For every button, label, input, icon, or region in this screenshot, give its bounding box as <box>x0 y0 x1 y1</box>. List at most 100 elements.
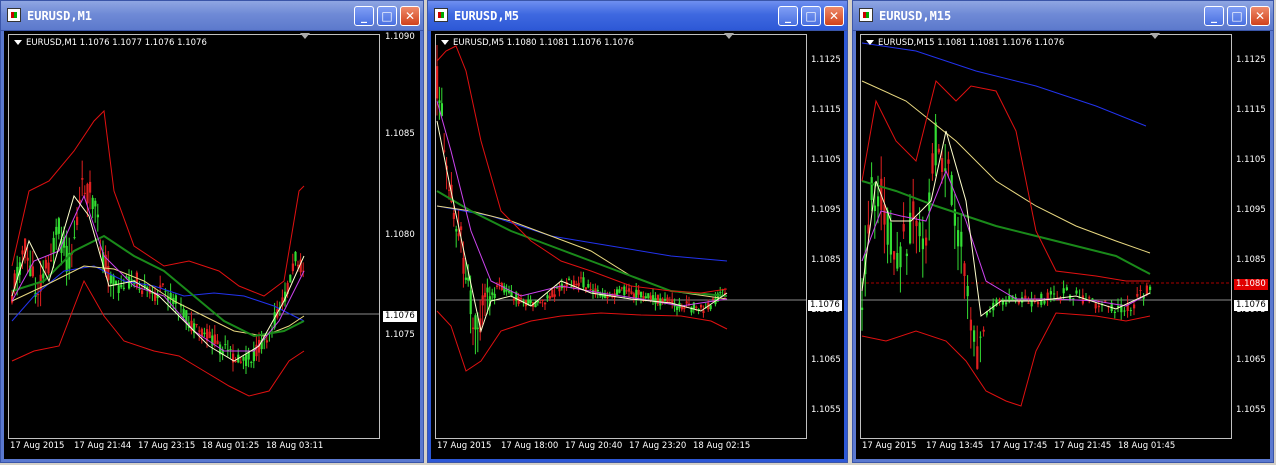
chart-pane[interactable]: EURUSD,M1 1.1076 1.1077 1.1076 1.1076 1.… <box>4 31 420 459</box>
candle-body <box>587 283 590 288</box>
candle-body <box>861 307 864 310</box>
collapse-icon[interactable] <box>866 40 874 45</box>
chart-app-icon <box>7 8 21 22</box>
candle-body <box>577 282 580 287</box>
time-tick: 17 Aug 17:45 <box>990 441 1048 451</box>
candle-body <box>512 298 515 301</box>
minimize-button[interactable]: _ <box>778 6 798 26</box>
ma-fast-line <box>436 100 728 307</box>
candle-body <box>950 175 953 205</box>
candle-body <box>89 181 92 193</box>
window-frame: EURUSD,M15 1.1081 1.1081 1.1076 1.1076 1… <box>852 30 1274 463</box>
collapse-icon[interactable] <box>441 40 449 45</box>
candle-body <box>96 214 99 218</box>
minimize-button[interactable]: _ <box>354 6 374 26</box>
candle-body <box>460 226 463 231</box>
chart-shift-icon[interactable] <box>300 33 310 39</box>
candle-body <box>664 298 667 301</box>
ohlc-text: EURUSD,M15 1.1081 1.1081 1.1076 1.1076 <box>878 38 1065 48</box>
candle-body <box>1136 293 1139 297</box>
candle-body <box>464 277 467 280</box>
candle-body <box>979 336 982 338</box>
chart-window-m5[interactable]: EURUSD,M5 _ □ ✕ EURUSD,M5 1.1080 1.1081 … <box>427 0 848 463</box>
ma-fastest-line <box>861 130 1151 317</box>
minimize-button[interactable]: _ <box>1204 6 1224 26</box>
price-tick: 1.1115 <box>811 105 841 115</box>
candle-body <box>476 327 479 329</box>
collapse-icon[interactable] <box>14 40 22 45</box>
title-bar[interactable]: EURUSD,M15 _ □ ✕ <box>852 0 1274 30</box>
ma-mid-line <box>861 80 1151 254</box>
price-tick: 1.1065 <box>1236 355 1266 365</box>
chart-pane[interactable]: EURUSD,M5 1.1080 1.1081 1.1076 1.1076 1.… <box>431 31 844 459</box>
candle-body <box>596 289 599 292</box>
candle-body <box>570 286 573 288</box>
time-tick: 18 Aug 03:11 <box>266 441 324 451</box>
time-tick: 17 Aug 21:45 <box>1054 441 1112 451</box>
candle-body <box>91 197 94 209</box>
candle-body <box>289 274 292 283</box>
chart-shift-icon[interactable] <box>724 33 734 39</box>
candle-body <box>224 344 227 346</box>
candle-body <box>26 257 29 261</box>
candle-body <box>1097 305 1100 308</box>
candle-body <box>640 291 643 298</box>
candle-body <box>462 257 465 274</box>
candle-body <box>1075 290 1078 294</box>
candle-body <box>873 205 876 212</box>
candle-body <box>886 210 889 245</box>
candle-body <box>963 263 966 276</box>
candle-body <box>899 246 902 268</box>
close-button[interactable]: ✕ <box>824 6 844 26</box>
candle-body <box>941 158 944 172</box>
candle-body <box>652 295 655 301</box>
candle-body <box>1001 299 1004 305</box>
candle-body <box>242 356 245 361</box>
chart-window-m1[interactable]: EURUSD,M1 _ □ ✕ EURUSD,M1 1.1076 1.1077 … <box>0 0 424 463</box>
price-tick: 1.1095 <box>811 205 841 215</box>
candle-body <box>203 332 206 335</box>
candle-body <box>683 307 686 310</box>
candle-body <box>551 289 554 298</box>
maximize-button[interactable]: □ <box>801 6 821 26</box>
maximize-button[interactable]: □ <box>1227 6 1247 26</box>
candle-body <box>1145 285 1148 295</box>
price-tick: 1.1125 <box>811 55 841 65</box>
price-tick: 1.1085 <box>1236 255 1266 265</box>
candle-body <box>213 334 216 344</box>
symbol-header: EURUSD,M1 1.1076 1.1077 1.1076 1.1076 <box>14 38 207 48</box>
candle-body <box>457 233 460 237</box>
m1-chart-svg <box>9 109 379 397</box>
candle-body <box>1065 287 1068 291</box>
candle-body <box>902 224 905 232</box>
close-button[interactable]: ✕ <box>1250 6 1270 26</box>
maximize-button[interactable]: □ <box>377 6 397 26</box>
close-button[interactable]: ✕ <box>400 6 420 26</box>
time-tick: 17 Aug 13:45 <box>926 441 984 451</box>
candle-body <box>1005 302 1008 305</box>
title-bar[interactable]: EURUSD,M5 _ □ ✕ <box>427 0 848 30</box>
candle-body <box>481 295 484 306</box>
candle-body <box>448 189 451 191</box>
chart-window-m15[interactable]: EURUSD,M15 _ □ ✕ EURUSD,M15 1.1081 1.108… <box>852 0 1274 463</box>
chart-shift-icon[interactable] <box>1150 33 1160 39</box>
candle-body <box>1053 293 1056 295</box>
ma-green-line <box>11 234 305 338</box>
time-tick: 17 Aug 18:00 <box>501 441 559 451</box>
ohlc-text: EURUSD,M1 1.1076 1.1077 1.1076 1.1076 <box>26 38 207 48</box>
candle-body <box>584 287 587 290</box>
candle-body <box>493 293 496 298</box>
candle-body <box>436 66 439 99</box>
candle-body <box>117 285 120 294</box>
candle-body <box>76 216 79 226</box>
chart-pane[interactable]: EURUSD,M15 1.1081 1.1081 1.1076 1.1076 1… <box>856 31 1270 459</box>
candle-body <box>649 295 652 300</box>
title-bar[interactable]: EURUSD,M1 _ □ ✕ <box>0 0 424 30</box>
candle-body <box>539 302 542 304</box>
candle-body <box>245 354 248 366</box>
ma-slow-line <box>436 205 728 262</box>
candle-body <box>934 122 937 166</box>
time-tick: 17 Aug 23:20 <box>629 441 687 451</box>
price-tick: 1.1105 <box>811 155 841 165</box>
candle-body <box>57 218 60 234</box>
